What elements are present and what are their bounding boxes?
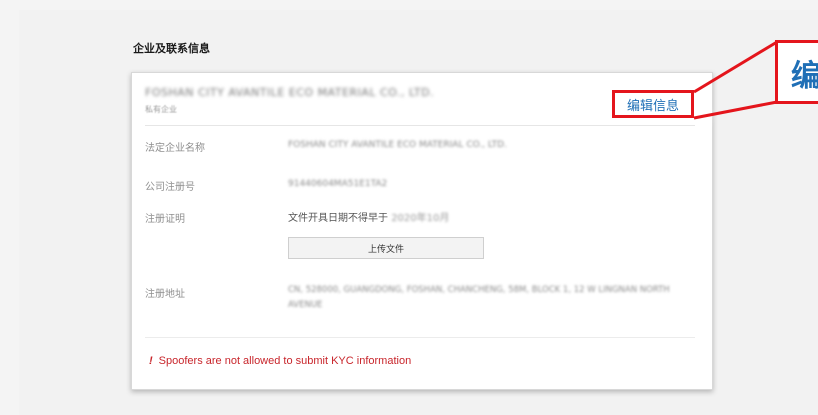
address-label: 注册地址 (145, 289, 185, 300)
zoom-callout-text: 编 (791, 59, 818, 94)
kyc-warning: ! Spoofers are not allowed to submit KYC … (149, 355, 411, 367)
address-line-1: CN, 528000, GUANGDONG, FOSHAN, CHANCHENG… (288, 285, 670, 295)
header-divider (145, 125, 695, 126)
reg-proof-label: 注册证明 (145, 214, 185, 225)
warning-icon: ! (149, 355, 153, 367)
zoom-callout: 编 (775, 40, 818, 104)
legal-name-label: 法定企业名称 (145, 143, 205, 154)
upload-file-button[interactable]: 上传文件 (288, 237, 484, 259)
kyc-warning-text: Spoofers are not allowed to submit KYC i… (158, 355, 412, 367)
reg-number-label: 公司注册号 (145, 182, 195, 193)
address-line-2: AVENUE (288, 300, 323, 310)
reg-proof-note-prefix: 文件开具日期不得早于 (288, 213, 388, 224)
callout-connector (693, 40, 778, 120)
warning-divider (145, 337, 695, 338)
reg-proof-note-date: 2020年10月 (391, 213, 450, 224)
legal-name-value: FOSHAN CITY AVANTILE ECO MATERIAL CO., L… (288, 140, 507, 150)
reg-number-value: 91440604MA51E1TA2 (288, 179, 388, 189)
reg-proof-note: 文件开具日期不得早于 2020年10月 (288, 209, 449, 224)
edit-info-button[interactable]: 编辑信息 (612, 90, 694, 118)
